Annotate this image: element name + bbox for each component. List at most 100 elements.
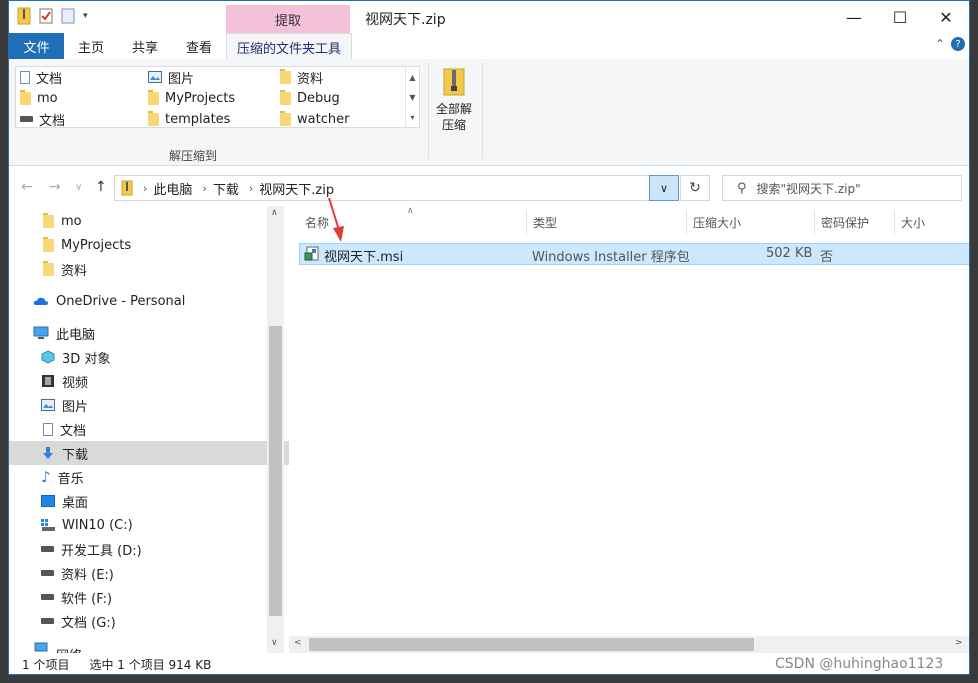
gallery-item[interactable]: 图片 — [148, 67, 194, 87]
tab-share[interactable]: 共享 — [118, 33, 172, 59]
nav-scrollbar-thumb[interactable] — [269, 326, 282, 616]
scroll-right-icon[interactable]: > — [955, 638, 963, 648]
close-button[interactable]: ✕ — [923, 1, 969, 33]
windows-drive-icon — [41, 519, 55, 531]
horizontal-scrollbar[interactable]: < > — [289, 636, 969, 653]
breadcrumb-separator-icon[interactable]: › — [143, 182, 147, 195]
nav-item[interactable]: mo — [9, 209, 301, 233]
back-icon[interactable]: ← — [21, 179, 33, 195]
column-header-compressed-size[interactable]: 压缩大小 — [687, 210, 815, 234]
up-icon[interactable]: ↑ — [95, 179, 107, 195]
refresh-icon[interactable]: ↻ — [680, 175, 710, 201]
nav-item-downloads[interactable]: 下载 — [9, 441, 299, 465]
folder-icon — [43, 212, 54, 228]
breadcrumb-item[interactable]: 视网天下.zip — [259, 179, 334, 198]
nav-item-onedrive[interactable]: OneDrive - Personal — [9, 289, 291, 313]
breadcrumb-item[interactable]: 下载 — [213, 179, 239, 198]
recent-locations-icon[interactable]: ∨ — [75, 182, 82, 193]
extract-all-button[interactable]: 全部解 压缩 — [433, 67, 475, 133]
new-folder-icon[interactable] — [61, 7, 75, 25]
gallery-scroll-down-icon[interactable]: ▼ — [409, 93, 415, 102]
nav-item[interactable]: WIN10 (C:) — [9, 513, 299, 537]
nav-item-network[interactable]: 网络 — [9, 639, 291, 653]
gallery-scrollbar[interactable]: ▲ ▼ ▾ — [405, 67, 419, 127]
folder-icon — [148, 110, 159, 126]
nav-scroll-down-icon[interactable]: ∨ — [271, 638, 278, 648]
folder-icon — [280, 110, 291, 126]
nav-item[interactable]: 文档 — [9, 417, 301, 441]
network-icon — [34, 642, 48, 652]
ribbon-separator — [428, 63, 429, 159]
nav-item[interactable]: 资料 — [9, 257, 301, 281]
address-row: ← → ∨ ↑ › 此电脑 › 下载 › 视网天下.zip ∨ ↻ ⚲ 搜索"视网天下… — [9, 171, 969, 205]
column-header-type[interactable]: 类型 — [527, 210, 687, 234]
window-controls: — ☐ ✕ — [831, 1, 969, 33]
gallery-item[interactable]: 文档 — [20, 67, 62, 87]
nav-item-this-pc[interactable]: 此电脑 — [9, 321, 291, 345]
tab-view[interactable]: 查看 — [172, 33, 226, 59]
nav-item[interactable]: MyProjects — [9, 233, 301, 257]
downloads-icon — [43, 447, 53, 459]
gallery-item[interactable]: MyProjects — [148, 88, 235, 108]
document-icon — [20, 70, 30, 84]
qat-dropdown-icon[interactable]: ▾ — [83, 11, 88, 21]
nav-item[interactable]: 桌面 — [9, 489, 299, 513]
gallery-item[interactable]: templates — [148, 109, 230, 129]
zip-folder-icon — [121, 180, 133, 196]
nav-item[interactable]: 3D 对象 — [9, 345, 299, 369]
gallery-item[interactable]: 文档 — [20, 109, 65, 129]
gallery-item[interactable]: mo — [20, 88, 58, 108]
nav-item[interactable]: 图片 — [9, 393, 299, 417]
table-row[interactable]: 视网天下.msi Windows Installer 程序包 502 KB 否 — [299, 243, 969, 265]
help-icon[interactable]: ? — [951, 37, 965, 51]
file-type: Windows Installer 程序包 — [532, 250, 690, 265]
tab-compressed-folder-tools[interactable]: 压缩的文件夹工具 — [226, 33, 352, 61]
nav-item[interactable]: 开发工具 (D:) — [9, 537, 299, 561]
extract-to-group-label: 解压缩到 — [169, 149, 218, 163]
folder-icon — [43, 236, 54, 252]
tab-file[interactable]: 文件 — [9, 33, 64, 59]
music-icon: ♪ — [41, 468, 51, 486]
title-bar: ▾ 提取 视网天下.zip — ☐ ✕ — [9, 1, 969, 33]
ribbon-tabs: 文件 主页 共享 查看 压缩的文件夹工具 — [9, 33, 969, 61]
search-box[interactable]: ⚲ 搜索"视网天下.zip" — [722, 175, 962, 201]
drive-icon — [41, 618, 54, 624]
properties-icon[interactable] — [39, 7, 53, 25]
nav-scroll-up-icon[interactable]: ∧ — [271, 208, 278, 218]
breadcrumb-separator-icon[interactable]: › — [249, 182, 253, 195]
scroll-left-icon[interactable]: < — [294, 638, 302, 648]
column-header-password[interactable]: 密码保护 — [815, 210, 895, 234]
zip-folder-icon[interactable] — [17, 7, 31, 25]
videos-icon — [42, 375, 54, 387]
column-header-size[interactable]: 大小 — [895, 210, 969, 234]
gallery-expand-icon[interactable]: ▾ — [410, 113, 414, 122]
ribbon-separator — [482, 63, 483, 159]
nav-item[interactable]: 软件 (F:) — [9, 585, 299, 609]
forward-icon[interactable]: → — [49, 179, 61, 195]
address-dropdown-icon[interactable]: ∨ — [649, 175, 679, 201]
extract-to-gallery: 文档 图片 资料 mo MyProjects Debug 文档 template… — [15, 66, 420, 129]
gallery-item[interactable]: Debug — [280, 88, 340, 108]
address-bar[interactable]: › 此电脑 › 下载 › 视网天下.zip — [114, 175, 650, 201]
nav-item[interactable]: 文档 (G:) — [9, 609, 299, 633]
gallery-item[interactable]: 资料 — [280, 67, 323, 87]
tab-home[interactable]: 主页 — [64, 33, 118, 59]
breadcrumb-item[interactable]: 此电脑 — [153, 179, 192, 198]
drive-icon — [41, 594, 54, 600]
horizontal-scrollbar-thumb[interactable] — [309, 638, 754, 651]
file-password: 否 — [820, 250, 834, 265]
minimize-button[interactable]: — — [831, 1, 877, 33]
msi-file-icon — [304, 246, 319, 261]
quick-access-toolbar: ▾ — [17, 7, 88, 25]
nav-scrollbar[interactable]: ∧ ∨ — [267, 206, 284, 653]
nav-item[interactable]: 视频 — [9, 369, 299, 393]
breadcrumb-separator-icon[interactable]: › — [202, 182, 206, 195]
gallery-item[interactable]: watcher — [280, 109, 349, 129]
folder-icon — [280, 68, 291, 84]
ribbon-panel: 文档 图片 资料 mo MyProjects Debug 文档 template… — [9, 59, 969, 166]
collapse-ribbon-icon[interactable]: ⌃ — [935, 37, 945, 51]
maximize-button[interactable]: ☐ — [877, 1, 923, 33]
gallery-scroll-up-icon[interactable]: ▲ — [409, 73, 415, 82]
nav-item[interactable]: 资料 (E:) — [9, 561, 299, 585]
nav-item[interactable]: ♪ 音乐 — [9, 465, 299, 489]
